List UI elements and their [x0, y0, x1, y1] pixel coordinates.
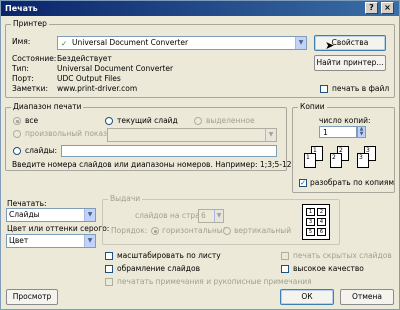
close-button[interactable]: × — [381, 2, 394, 14]
notes-label: печатать примечания и рукописные примеча… — [117, 277, 312, 286]
scale-checkbox[interactable] — [105, 252, 113, 260]
find-printer-button[interactable]: Найти принтер... — [314, 55, 386, 71]
printer-notes-label: Заметки: — [12, 84, 48, 93]
notes-checkbox[interactable] — [105, 278, 113, 286]
chevron-down-icon: ▼ — [214, 210, 223, 222]
range-slides-radio[interactable] — [13, 147, 21, 155]
print-to-file-label: печать в файл — [332, 84, 390, 93]
printer-state-value: Бездействует — [57, 54, 112, 63]
preview-button[interactable]: Просмотр — [6, 289, 58, 305]
color-label: Цвет или оттенки серого: — [7, 224, 110, 233]
order-horizontal-label: горизонтальный — [162, 226, 228, 235]
help-button[interactable]: ? — [365, 2, 378, 14]
chevron-down-icon: ▼ — [265, 129, 276, 141]
handout-thumb: 3 — [306, 218, 315, 226]
handout-thumb: 4 — [317, 218, 326, 226]
collate-checkbox[interactable]: ✓ — [299, 179, 307, 187]
ok-button[interactable]: ОК — [280, 289, 334, 305]
order-vertical-label: вертикальный — [234, 226, 292, 235]
range-selection-radio[interactable] — [194, 117, 202, 125]
handout-thumb: 6 — [317, 228, 326, 236]
handout-thumb: 5 — [306, 228, 315, 236]
print-what-select[interactable]: Слайды ▼ — [6, 208, 96, 222]
custom-show-select[interactable]: ▼ — [107, 128, 277, 142]
printer-icon: ✓ — [61, 39, 68, 48]
print-dialog: Печать ? × Принтер Имя: ✓ Universal Docu… — [0, 0, 400, 310]
printer-group-title: Принтер — [11, 19, 49, 28]
range-slides-label: слайды: — [25, 146, 58, 155]
range-custom-label: произвольный показ: — [25, 129, 110, 138]
hidden-slides-label: печать скрытых слайдов — [293, 251, 392, 260]
color-value: Цвет — [9, 236, 29, 245]
printer-notes-value: www.print-driver.com — [57, 84, 138, 93]
copies-count-value: 1 — [323, 128, 328, 137]
print-range-title: Диапазон печати — [11, 102, 84, 111]
window-title: Печать — [5, 4, 38, 13]
range-all-radio[interactable] — [13, 117, 21, 125]
copies-title: Копии — [298, 102, 327, 111]
copy-page: 2 — [330, 153, 342, 168]
hidden-slides-checkbox[interactable] — [281, 252, 289, 260]
high-quality-checkbox[interactable] — [281, 265, 289, 273]
printer-name-value: Universal Document Converter — [72, 38, 189, 47]
collate-label: разобрать по копиям — [310, 178, 395, 187]
cancel-button[interactable]: Отмена — [340, 289, 394, 305]
printer-state-label: Состояние: — [12, 54, 57, 63]
printer-name-select[interactable]: ✓ Universal Document Converter ▼ — [57, 36, 307, 50]
printer-name-label: Имя: — [12, 37, 31, 46]
frame-label: обрамление слайдов — [117, 264, 200, 273]
print-what-value: Слайды — [9, 210, 40, 219]
range-current-radio[interactable] — [105, 117, 113, 125]
handouts-title: Выдачи — [108, 194, 143, 203]
handout-preview: 1 2 3 4 5 6 — [302, 204, 330, 240]
range-current-label: текущий слайд — [117, 116, 178, 125]
chevron-down-icon: ▼ — [84, 209, 95, 221]
printer-port-label: Порт: — [12, 74, 34, 83]
chevron-down-icon: ▼ — [295, 37, 306, 49]
frame-checkbox[interactable] — [105, 265, 113, 273]
title-bar: Печать ? × — [1, 1, 399, 16]
handout-thumb: 2 — [317, 208, 326, 216]
copy-page: 3 — [357, 153, 369, 168]
order-horizontal-radio[interactable] — [151, 227, 159, 235]
slides-input[interactable] — [61, 145, 277, 157]
range-hint: Введите номера слайдов или диапазоны ном… — [12, 160, 292, 169]
printer-port-value: UDC Output Files — [57, 74, 121, 83]
print-what-label: Печатать: — [7, 199, 47, 208]
order-vertical-radio[interactable] — [223, 227, 231, 235]
high-quality-label: высокое качество — [293, 264, 364, 273]
copies-spinner[interactable]: ▲ ▼ — [357, 126, 366, 138]
per-page-value: 6 — [201, 211, 206, 220]
color-select[interactable]: Цвет ▼ — [6, 234, 96, 248]
copy-page: 1 — [304, 153, 316, 168]
range-custom-radio[interactable] — [13, 130, 21, 138]
range-all-label: все — [25, 116, 39, 125]
copies-count-input[interactable]: 1 — [319, 126, 357, 138]
range-selection-label: выделенное — [206, 116, 255, 125]
handout-thumb: 1 — [306, 208, 315, 216]
printer-type-label: Тип: — [12, 64, 29, 73]
print-to-file-checkbox[interactable] — [320, 85, 328, 93]
chevron-down-icon: ▼ — [84, 235, 95, 247]
scale-label: масштабировать по листу — [117, 251, 221, 260]
copies-count-label: число копий: — [319, 116, 371, 125]
printer-type-value: Universal Document Converter — [57, 64, 174, 73]
order-label: Порядок: — [111, 226, 148, 235]
per-page-select[interactable]: 6 ▼ — [198, 209, 224, 223]
mouse-cursor-icon: ➤ — [325, 39, 335, 52]
